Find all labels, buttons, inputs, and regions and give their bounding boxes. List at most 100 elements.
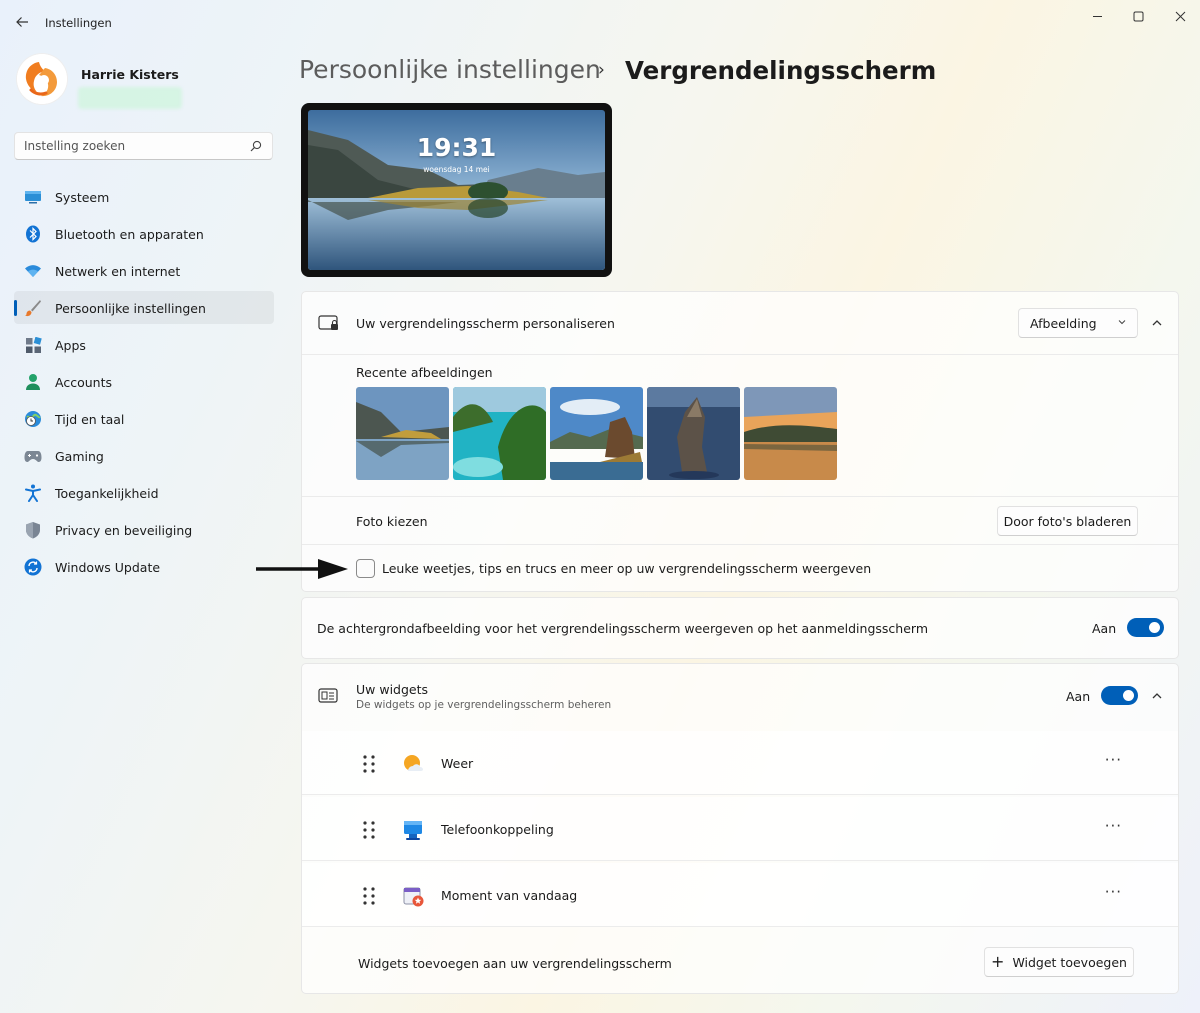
widget-label: Telefoonkoppeling [441,822,554,837]
title-bar: Instellingen [0,0,1200,44]
close-icon [1175,11,1185,21]
weather-icon [404,755,423,771]
drag-handle-icon[interactable] [362,820,376,840]
add-widget-button[interactable]: + Widget toevoegen [984,947,1134,977]
recent-images [356,387,837,480]
avatar[interactable] [17,54,67,104]
globe-clock-icon [23,409,43,429]
widget-row-telefoonkoppeling[interactable]: Telefoonkoppeling ··· [302,797,1178,861]
signin-background-card: De achtergrondafbeelding voor het vergre… [301,597,1179,659]
choose-photo-label: Foto kiezen [356,514,428,529]
more-options-button[interactable]: ··· [1105,883,1122,901]
signin-background-toggle[interactable] [1127,618,1164,637]
monitor-icon [23,187,43,207]
active-indicator [14,300,17,316]
minimize-button[interactable] [1082,6,1112,26]
user-name: Harrie Kisters [81,67,179,82]
sidebar-item-tijd-en-taal[interactable]: Tijd en taal [14,402,274,435]
shield-icon [23,520,43,540]
sidebar-item-gaming[interactable]: Gaming [14,439,274,472]
chevron-up-icon [1152,693,1162,699]
wifi-icon [23,261,43,281]
recent-image-2[interactable] [453,387,546,480]
widgets-icon [318,688,338,703]
lock-screen-preview: 19:31 woensdag 14 mei [301,103,612,277]
sidebar-item-bluetooth[interactable]: Bluetooth en apparaten [14,217,274,250]
calendar-star-icon [403,887,424,907]
drag-handle-icon[interactable] [362,886,376,906]
add-widget-row: Widgets toevoegen aan uw vergrendelingss… [302,930,1178,994]
signin-background-state: Aan [1092,621,1117,636]
personalize-label: Uw vergrendelingsscherm personaliseren [356,316,615,331]
chevron-down-icon [1118,320,1126,325]
lock-screen-icon [318,315,338,330]
back-button[interactable] [12,12,32,32]
preview-time: 19:31 [416,133,497,162]
widgets-title: Uw widgets [356,682,429,697]
tips-row: Leuke weetjes, tips en trucs en meer op … [302,545,1178,592]
add-widget-button-label: Widget toevoegen [1012,954,1127,970]
maximize-icon [1133,11,1143,21]
widget-label: Weer [441,756,474,771]
bluetooth-icon [23,224,43,244]
update-icon [23,557,43,577]
apps-icon [23,335,43,355]
more-options-button[interactable]: ··· [1105,751,1122,769]
add-widget-label: Widgets toevoegen aan uw vergrendelingss… [358,956,672,971]
choose-photo-row: Foto kiezen Door foto's bladeren [302,497,1178,544]
search-box[interactable] [14,132,273,160]
sidebar-item-systeem[interactable]: Systeem [14,180,274,213]
recent-images-label: Recente afbeeldingen [356,365,493,380]
close-button[interactable] [1165,6,1195,26]
search-icon [250,140,262,152]
personalize-row[interactable]: Uw vergrendelingsscherm personaliseren A… [302,292,1178,354]
app-title: Instellingen [45,16,112,30]
lock-screen-type-dropdown[interactable]: Afbeelding [1018,308,1138,338]
browse-photos-button[interactable]: Door foto's bladeren [997,506,1138,536]
divider [302,354,1178,355]
collapse-widgets-button[interactable] [1145,684,1169,708]
recent-image-5[interactable] [744,387,837,480]
search-input[interactable] [24,133,244,159]
sidebar-item-toegankelijkheid[interactable]: Toegankelijkheid [14,476,274,509]
phone-link-icon [404,821,422,840]
sidebar-nav: Systeem Bluetooth en apparaten Netwerk e… [14,180,274,587]
drag-handle-icon[interactable] [362,754,376,774]
collapse-personalize-button[interactable] [1145,311,1169,335]
widgets-header-row[interactable]: Uw widgets De widgets op je vergrendelin… [302,664,1178,727]
recent-image-1[interactable] [356,387,449,480]
sidebar-item-windows-update[interactable]: Windows Update [14,550,274,583]
personalize-card: Uw vergrendelingsscherm personaliseren A… [301,291,1179,592]
sidebar-item-netwerk[interactable]: Netwerk en internet [14,254,274,287]
arrow-left-icon [16,17,28,27]
gamepad-icon [23,446,43,466]
user-avatar-icon [17,54,67,104]
maximize-button[interactable] [1123,6,1153,26]
sidebar-item-persoonlijke-instellingen[interactable]: Persoonlijke instellingen [14,291,274,324]
sidebar-item-privacy[interactable]: Privacy en beveiliging [14,513,274,546]
preview-image: 19:31 woensdag 14 mei [308,110,605,270]
minimize-icon [1092,15,1102,17]
sidebar-item-accounts[interactable]: Accounts [14,365,274,398]
breadcrumb-separator: › [598,60,605,80]
recent-image-3[interactable] [550,387,643,480]
widgets-state: Aan [1066,689,1091,704]
accessibility-icon [23,483,43,503]
widget-row-weer[interactable]: Weer ··· [302,731,1178,795]
recent-image-4[interactable] [647,387,740,480]
blurred-email [78,87,182,109]
breadcrumb-parent[interactable]: Persoonlijke instellingen [299,55,601,84]
person-icon [23,372,43,392]
widgets-card: Uw widgets De widgets op je vergrendelin… [301,663,1179,994]
tips-label: Leuke weetjes, tips en trucs en meer op … [382,561,872,576]
widget-row-moment-van-vandaag[interactable]: Moment van vandaag ··· [302,863,1178,927]
sidebar-item-apps[interactable]: Apps [14,328,274,361]
widgets-subtitle: De widgets op je vergrendelingsscherm be… [356,699,612,711]
widgets-toggle[interactable] [1101,686,1138,705]
page-title: Vergrendelingsscherm [625,56,937,85]
annotation-arrow-icon [256,559,348,579]
tips-checkbox[interactable] [356,559,375,578]
preview-date: woensdag 14 mei [423,165,490,174]
plus-icon: + [991,952,1005,971]
more-options-button[interactable]: ··· [1105,817,1122,835]
